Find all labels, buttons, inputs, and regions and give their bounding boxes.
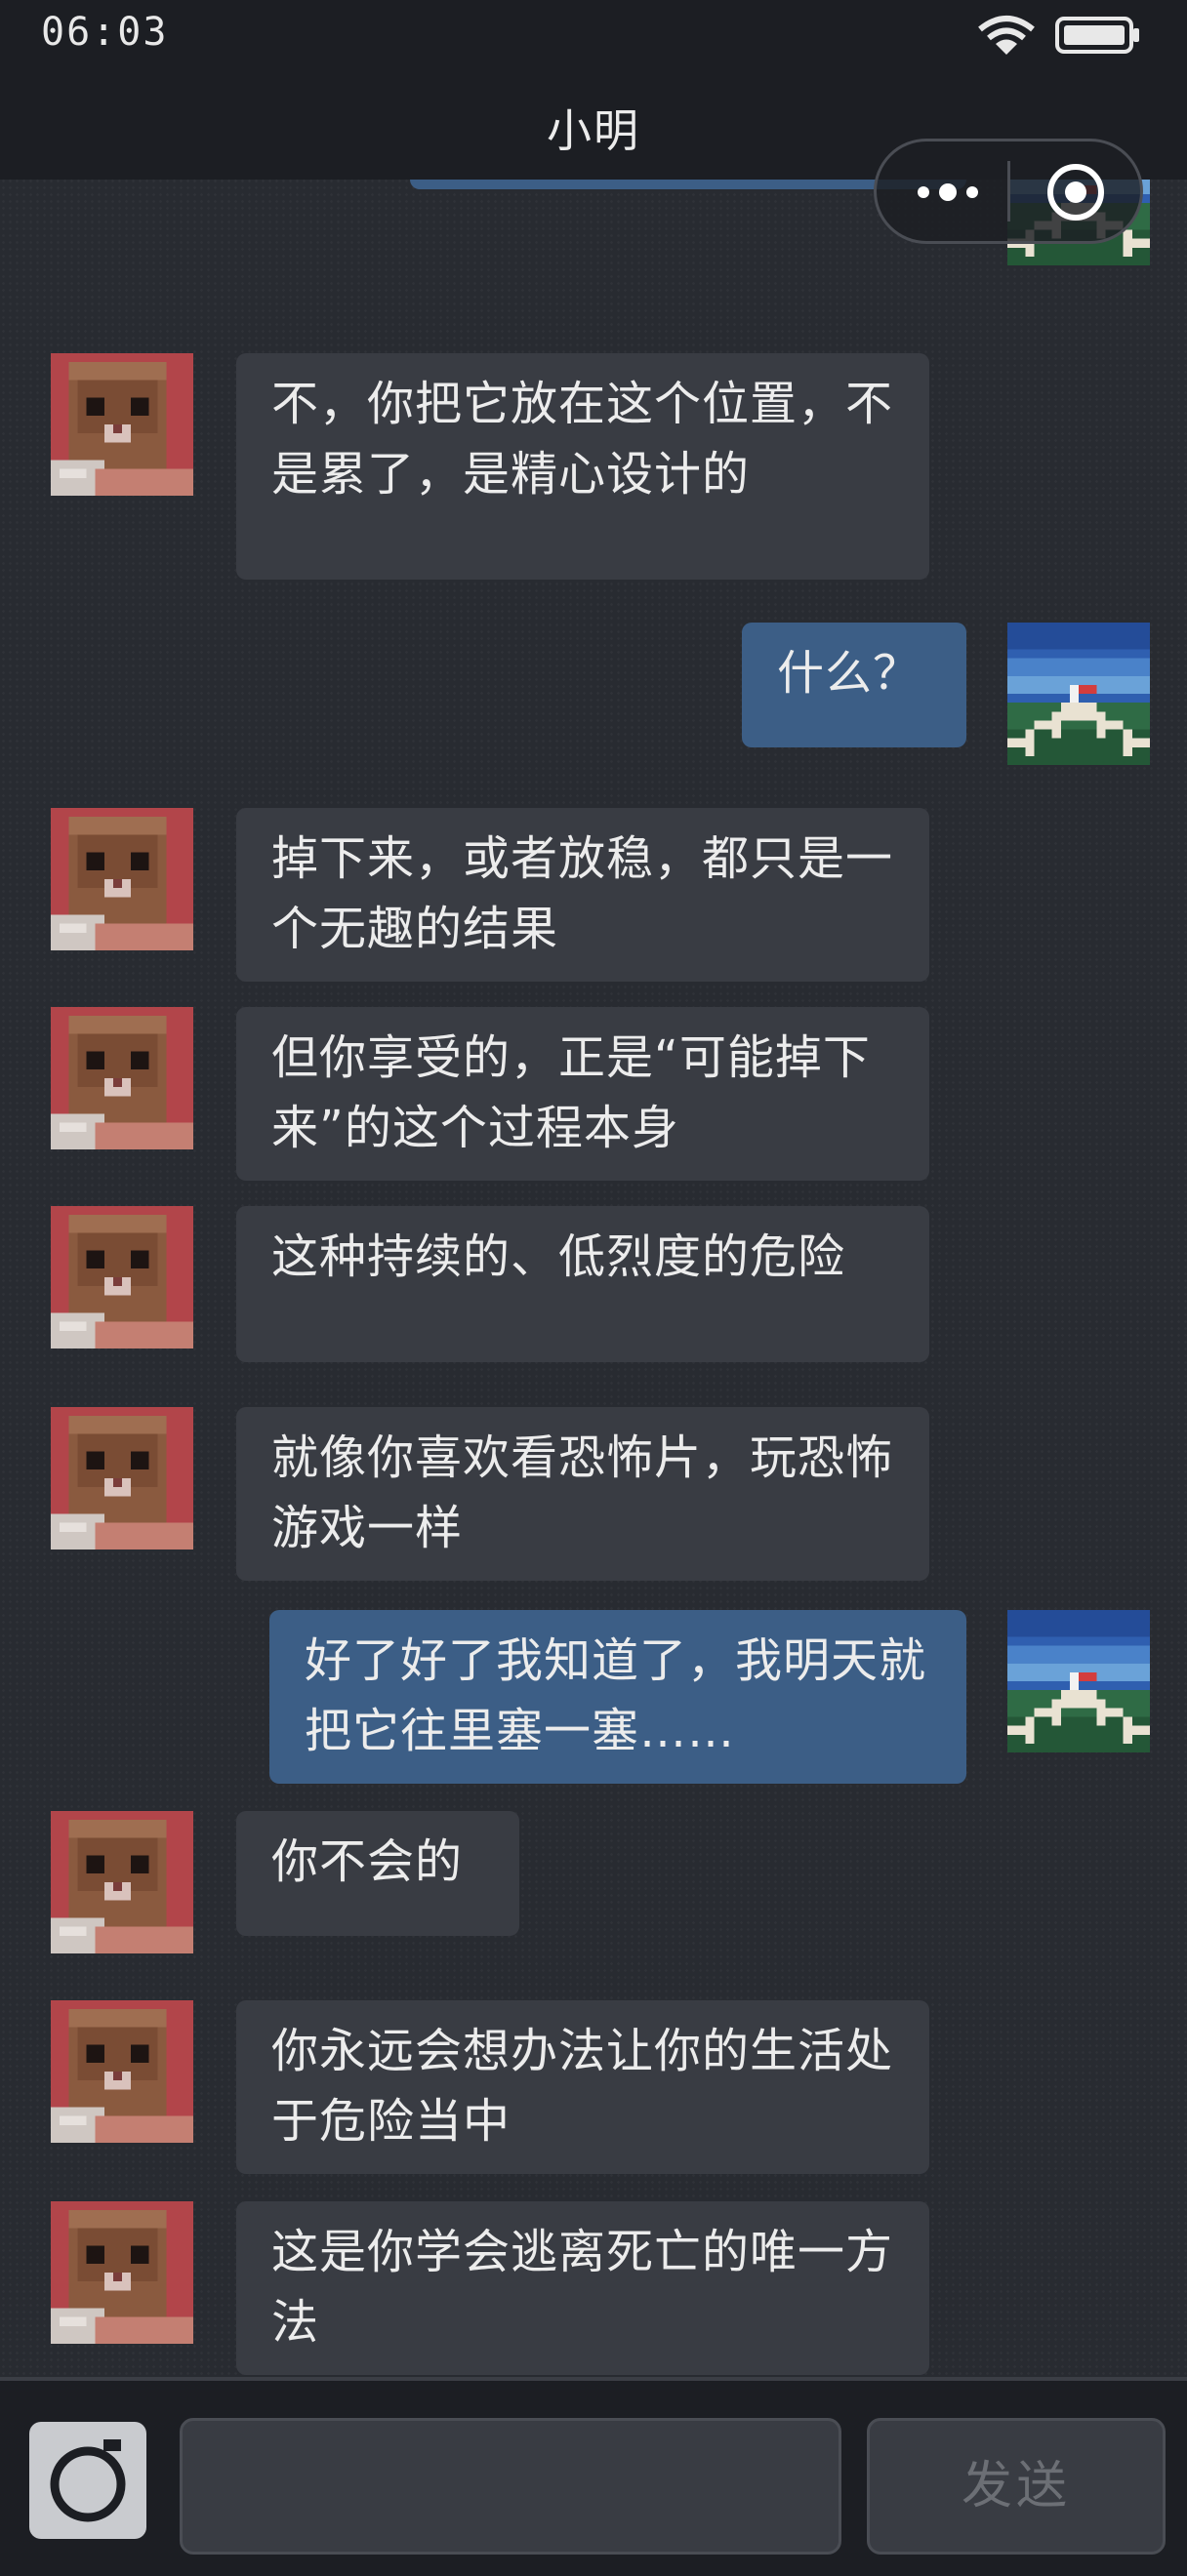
wifi-icon	[978, 16, 1035, 55]
incoming-message-bubble[interactable]: 这是你学会逃离死亡的唯一方法	[236, 2201, 929, 2375]
camera-button[interactable]	[29, 2422, 146, 2539]
incoming-message-bubble[interactable]: 掉下来，或者放稳，都只是一个无趣的结果	[236, 808, 929, 982]
status-time: 06:03	[41, 10, 169, 55]
my-avatar[interactable]	[1007, 1610, 1150, 1752]
contact-avatar[interactable]	[51, 1811, 193, 1953]
incoming-message-bubble[interactable]: 就像你喜欢看恐怖片，玩恐怖游戏一样	[236, 1407, 929, 1581]
status-bar: 06:03	[0, 0, 1187, 74]
incoming-message-bubble[interactable]: 你永远会想办法让你的生活处于危险当中	[236, 2000, 929, 2174]
capsule-divider	[1007, 161, 1010, 221]
contact-avatar[interactable]	[51, 353, 193, 496]
my-avatar[interactable]	[1007, 623, 1150, 765]
input-bar: 发送	[0, 2377, 1187, 2576]
contact-avatar[interactable]	[51, 2201, 193, 2344]
chat-screen: 06:03 小明 把它搬上去真的很累 不，你把它放在这个位置，不是累	[0, 0, 1187, 2576]
contact-avatar[interactable]	[51, 1407, 193, 1550]
outgoing-message-bubble[interactable]: 好了好了我知道了，我明天就把它往里塞一塞……	[269, 1610, 966, 1784]
target-close-icon[interactable]	[1023, 155, 1128, 229]
message-input[interactable]	[180, 2418, 841, 2555]
mini-program-capsule	[874, 139, 1143, 244]
incoming-message-bubble[interactable]: 你不会的	[236, 1811, 519, 1936]
incoming-message-bubble[interactable]: 但你享受的，正是“可能掉下来”的这个过程本身	[236, 1007, 929, 1181]
contact-avatar[interactable]	[51, 1206, 193, 1348]
incoming-message-bubble[interactable]: 这种持续的、低烈度的危险	[236, 1206, 929, 1362]
send-button[interactable]: 发送	[867, 2418, 1166, 2555]
contact-avatar[interactable]	[51, 808, 193, 950]
camera-icon	[50, 2439, 126, 2522]
outgoing-message-bubble[interactable]: 什么？	[742, 623, 966, 747]
contact-avatar[interactable]	[51, 1007, 193, 1149]
incoming-message-bubble[interactable]: 不，你把它放在这个位置，不是累了，是精心设计的	[236, 353, 929, 580]
message-list[interactable]: 把它搬上去真的很累 不，你把它放在这个位置，不是累了，是精心设计的 什么？ 掉下…	[0, 180, 1187, 2377]
contact-avatar[interactable]	[51, 2000, 193, 2143]
more-dots-icon[interactable]	[894, 163, 1002, 221]
battery-icon	[1055, 17, 1139, 54]
